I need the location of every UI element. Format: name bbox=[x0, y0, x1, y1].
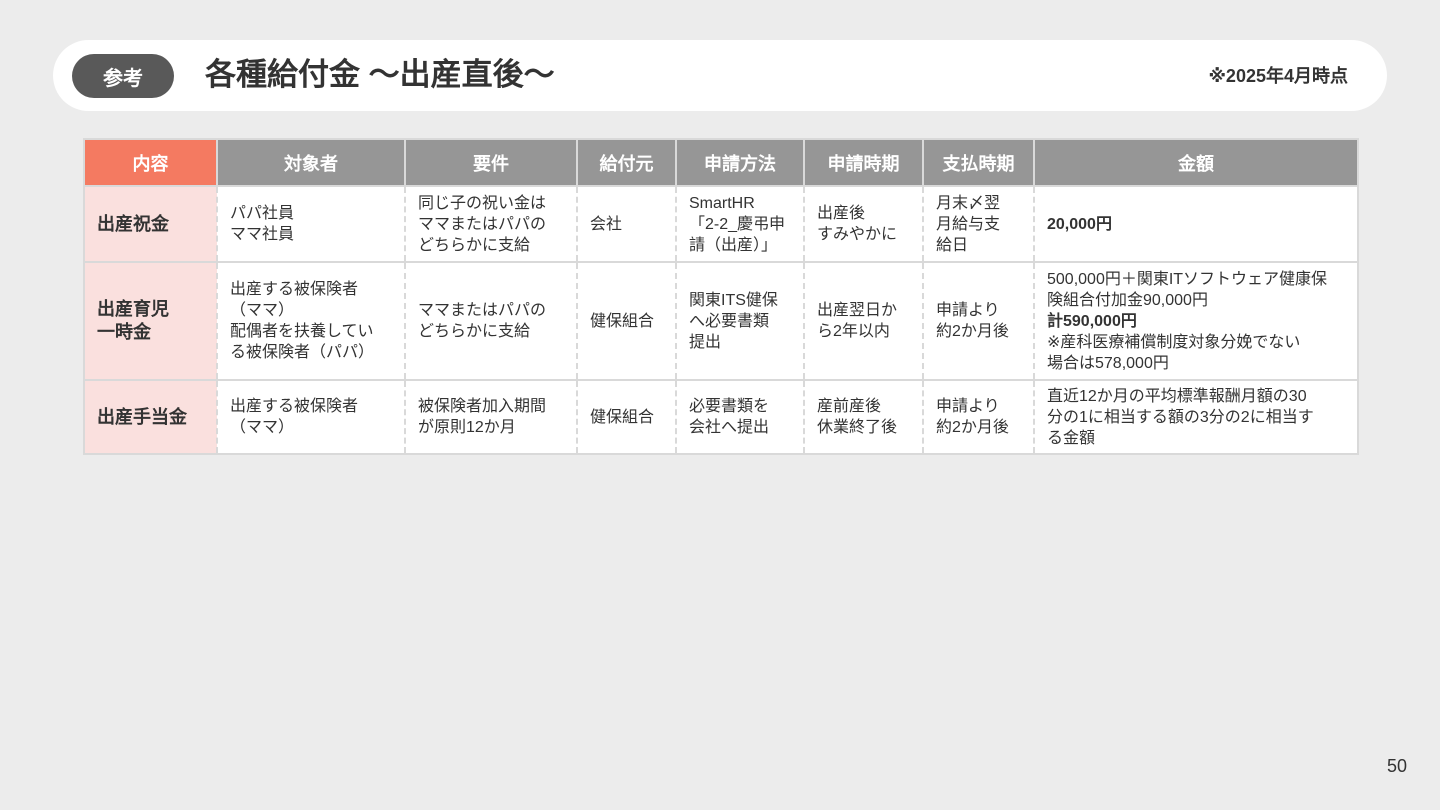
table-header-row: 内容 対象者 要件 給付元 申請方法 申請時期 支払時期 金額 bbox=[83, 138, 1359, 187]
method-cell: 必要書類を 会社へ提出 bbox=[675, 379, 805, 455]
pay-time-cell: 申請より 約2か月後 bbox=[922, 379, 1035, 455]
apply-time-cell: 産前産後 休業終了後 bbox=[803, 379, 924, 455]
column-header-pay-time: 支払時期 bbox=[922, 138, 1035, 187]
page-number: 50 bbox=[1386, 756, 1407, 776]
row-label: 出産手当金 bbox=[83, 379, 218, 455]
column-header-requirement: 要件 bbox=[404, 138, 578, 187]
table-row: 出産祝金 パパ社員 ママ社員 同じ子の祝い金は ママまたはパパの どちらかに支給… bbox=[83, 185, 1359, 263]
row-label: 出産祝金 bbox=[83, 185, 218, 263]
apply-time-cell: 出産後 すみやかに bbox=[803, 185, 924, 263]
page-title: 各種給付金 ～出産直後～ bbox=[205, 57, 555, 92]
requirement-cell: ママまたはパパの どちらかに支給 bbox=[404, 261, 578, 381]
amount-breakdown: 500,000円＋関東ITソフトウェア健康保 険組合付加金90,000円 bbox=[1047, 270, 1328, 309]
apply-time-cell: 出産翌日か ら2年以内 bbox=[803, 261, 924, 381]
benefits-table: 内容 対象者 要件 給付元 申請方法 申請時期 支払時期 金額 出産祝金 パパ社… bbox=[83, 138, 1359, 455]
provider-cell: 健保組合 bbox=[576, 379, 677, 455]
provider-cell: 会社 bbox=[576, 185, 677, 263]
column-header-content: 内容 bbox=[83, 138, 218, 187]
amount-note: ※産科医療補償制度対象分娩でない 場合は578,000円 bbox=[1047, 333, 1301, 372]
column-header-target: 対象者 bbox=[216, 138, 406, 187]
amount-cell: 500,000円＋関東ITソフトウェア健康保 険組合付加金90,000円 計59… bbox=[1033, 261, 1359, 381]
row-label: 出産育児 一時金 bbox=[83, 261, 218, 381]
amount-cell: 直近12か月の平均標準報酬月額の30 分の1に相当する額の3分の2に相当す る金… bbox=[1033, 379, 1359, 455]
pay-time-cell: 申請より 約2か月後 bbox=[922, 261, 1035, 381]
table-row: 出産育児 一時金 出産する被保険者 （ママ） 配偶者を扶養してい る被保険者（パ… bbox=[83, 261, 1359, 381]
title-bar: 参考 各種給付金 ～出産直後～ ※2025年4月時点 bbox=[53, 40, 1387, 111]
target-cell: パパ社員 ママ社員 bbox=[216, 185, 406, 263]
column-header-apply-time: 申請時期 bbox=[803, 138, 924, 187]
provider-cell: 健保組合 bbox=[576, 261, 677, 381]
requirement-cell: 同じ子の祝い金は ママまたはパパの どちらかに支給 bbox=[404, 185, 578, 263]
column-header-amount: 金額 bbox=[1033, 138, 1359, 187]
amount-total: 計590,000円 bbox=[1047, 312, 1137, 330]
target-cell: 出産する被保険者 （ママ） bbox=[216, 379, 406, 455]
method-cell: SmartHR 「2-2_慶弔申 請（出産）」 bbox=[675, 185, 805, 263]
amount-cell: 20,000円 bbox=[1033, 185, 1359, 263]
pay-time-cell: 月末〆翌 月給与支 給日 bbox=[922, 185, 1035, 263]
target-cell: 出産する被保険者 （ママ） 配偶者を扶養してい る被保険者（パパ） bbox=[216, 261, 406, 381]
requirement-cell: 被保険者加入期間 が原則12か月 bbox=[404, 379, 578, 455]
column-header-provider: 給付元 bbox=[576, 138, 677, 187]
column-header-method: 申請方法 bbox=[675, 138, 805, 187]
table-row: 出産手当金 出産する被保険者 （ママ） 被保険者加入期間 が原則12か月 健保組… bbox=[83, 379, 1359, 455]
method-cell: 関東ITS健保 へ必要書類 提出 bbox=[675, 261, 805, 381]
reference-badge: 参考 bbox=[72, 54, 174, 98]
as-of-date: ※2025年4月時点 bbox=[1208, 66, 1348, 86]
